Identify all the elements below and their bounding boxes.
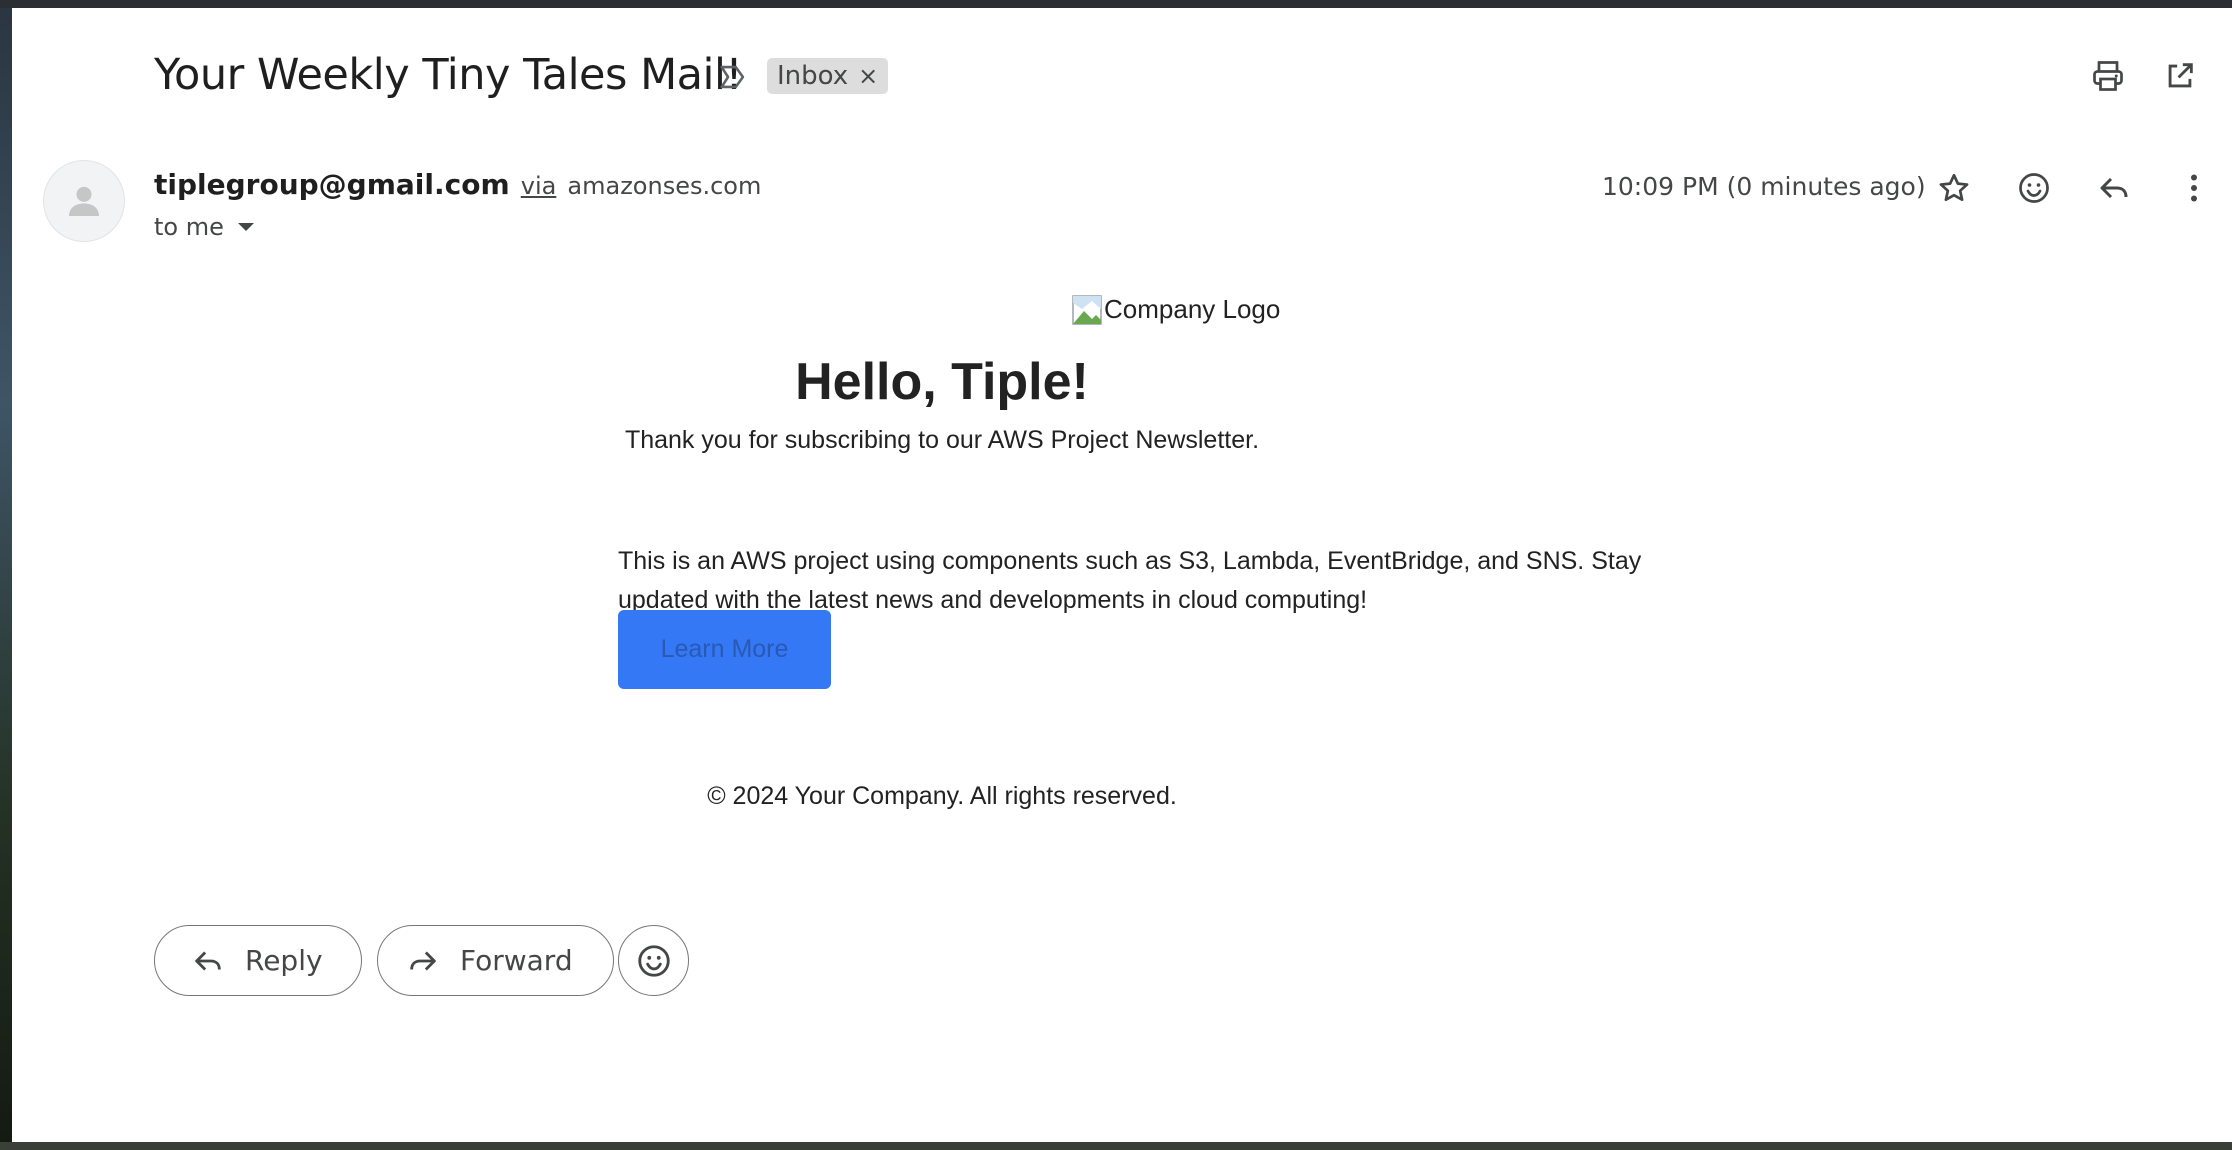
forward-label: Forward <box>460 944 573 977</box>
add-reaction-button[interactable] <box>2010 164 2058 212</box>
company-logo: Company Logo <box>1072 294 1280 325</box>
window-bottom-edge <box>0 1142 2232 1150</box>
desktop-background-edge <box>0 0 12 1150</box>
email-timestamp: 10:09 PM (0 minutes ago) <box>1602 172 1926 201</box>
print-button[interactable] <box>2086 54 2130 98</box>
window-top-edge <box>0 0 2232 8</box>
learn-more-button[interactable]: Learn More <box>618 610 831 689</box>
reply-icon <box>2100 177 2128 199</box>
newsletter-footer: © 2024 Your Company. All rights reserved… <box>707 782 1177 810</box>
inbox-label-chip: Inbox × <box>767 58 889 94</box>
sender-line: tiplegroup@gmail.com via amazonses.com <box>154 168 761 201</box>
forward-icon <box>406 944 440 978</box>
greeting-heading: Hello, Tiple! <box>795 353 1089 411</box>
subscription-thanks: Thank you for subscribing to our AWS Pro… <box>624 426 1260 454</box>
more-options-button[interactable] <box>2170 164 2218 212</box>
remove-label-button[interactable]: × <box>858 62 878 90</box>
chevron-down-icon <box>237 223 254 231</box>
star-icon <box>1939 173 1969 202</box>
sender-avatar[interactable] <box>43 160 125 242</box>
company-logo-alt-text: Company Logo <box>1104 294 1281 324</box>
print-icon <box>2093 61 2123 91</box>
open-in-new-window-button[interactable] <box>2158 54 2202 98</box>
open-in-new-icon <box>2168 63 2193 88</box>
inbox-label-text: Inbox <box>777 61 849 91</box>
via-link[interactable]: via <box>521 172 557 200</box>
more-vert-icon <box>2191 174 2197 202</box>
via-domain: amazonses.com <box>567 172 762 200</box>
person-icon <box>69 186 99 216</box>
emoji-icon <box>637 944 670 977</box>
emoji-icon <box>2019 173 2049 203</box>
forward-button[interactable]: Forward <box>377 925 614 996</box>
star-button[interactable] <box>1930 164 1978 212</box>
recipient-details-toggle[interactable]: to me <box>154 213 254 241</box>
emoji-reaction-button[interactable] <box>618 925 689 996</box>
email-subject: Your Weekly Tiny Tales Mail! <box>154 50 743 100</box>
reply-label: Reply <box>245 944 323 977</box>
reply-icon-button[interactable] <box>2090 164 2138 212</box>
recipient-line: to me <box>154 213 224 241</box>
newsletter-paragraph: This is an AWS project using components … <box>618 547 1642 614</box>
reply-icon <box>191 944 225 978</box>
reply-button[interactable]: Reply <box>154 925 362 996</box>
label-importance-icon[interactable] <box>716 60 750 94</box>
email-view: Your Weekly Tiny Tales Mail! Inbox × tip… <box>12 8 2232 1142</box>
sender-email[interactable]: tiplegroup@gmail.com <box>154 168 510 201</box>
broken-image-icon <box>1072 295 1102 325</box>
